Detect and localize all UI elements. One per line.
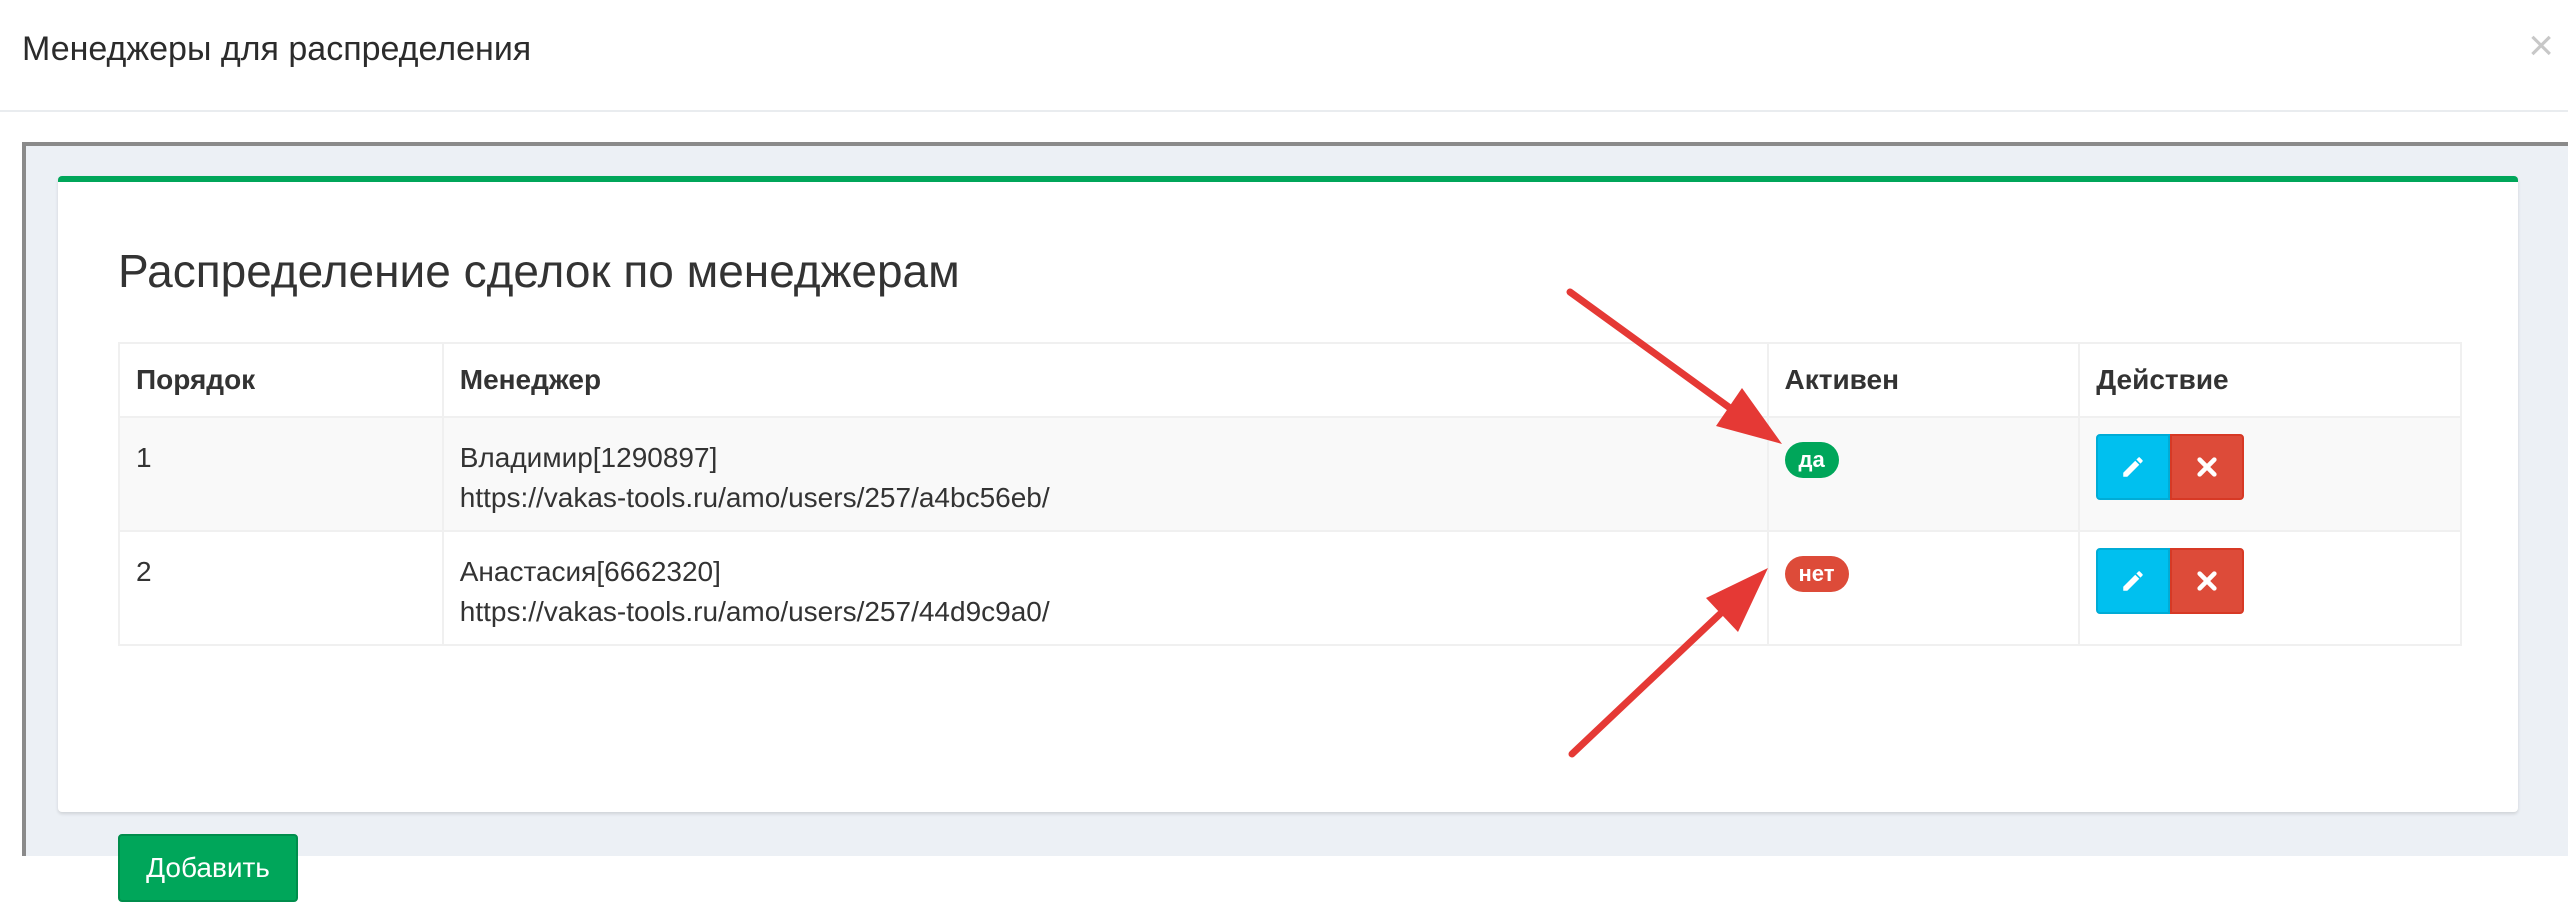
- column-header-manager: Менеджер: [441, 342, 1769, 418]
- order-cell: 2: [118, 530, 444, 646]
- close-icon[interactable]: ×: [2528, 24, 2554, 68]
- column-header-active: Активен: [1766, 342, 2081, 418]
- manager-cell: Анастасия[6662320] https://vakas-tools.r…: [441, 530, 1769, 646]
- delete-button[interactable]: [2170, 548, 2245, 614]
- active-badge: да: [1784, 442, 1839, 478]
- modal-title: Менеджеры для распределения: [22, 30, 532, 68]
- distribution-panel: Распределение сделок по менеджерам Поряд…: [58, 176, 2518, 902]
- manager-url: https://vakas-tools.ru/amo/users/257/a4b…: [459, 482, 1050, 513]
- manager-url: https://vakas-tools.ru/amo/users/257/44d…: [459, 596, 1050, 627]
- content-frame: Распределение сделок по менеджерам Поряд…: [22, 142, 2568, 902]
- active-cell: нет: [1766, 530, 2081, 646]
- manager-name: Анастасия[6662320]: [459, 556, 721, 587]
- action-cell: [2078, 416, 2462, 532]
- action-cell: [2078, 530, 2462, 646]
- order-cell: 1: [118, 416, 444, 532]
- panel-title: Распределение сделок по менеджерам: [118, 245, 960, 297]
- column-header-order: Порядок: [118, 342, 444, 418]
- table-row: 2 Анастасия[6662320] https://vakas-tools…: [118, 530, 2462, 646]
- table-row: 1 Владимир[1290897] https://vakas-tools.…: [118, 416, 2462, 532]
- edit-button[interactable]: [2096, 548, 2171, 614]
- pencil-icon: [2123, 457, 2144, 477]
- managers-table: Порядок Менеджер Активен Действие 1 Влад…: [118, 342, 2462, 646]
- edit-button[interactable]: [2096, 434, 2171, 500]
- column-header-action: Действие: [2078, 342, 2462, 418]
- active-cell: да: [1766, 416, 2081, 532]
- table-header-row: Порядок Менеджер Активен Действие: [118, 342, 2462, 418]
- row-actions: [2096, 434, 2444, 500]
- modal-header: Менеджеры для распределения ×: [0, 0, 2568, 112]
- row-actions: [2096, 548, 2444, 614]
- delete-button[interactable]: [2170, 434, 2245, 500]
- manager-cell: Владимир[1290897] https://vakas-tools.ru…: [441, 416, 1769, 532]
- times-icon: [2197, 457, 2217, 477]
- add-button[interactable]: Добавить: [118, 834, 298, 902]
- times-icon: [2197, 571, 2217, 591]
- inactive-badge: нет: [1784, 556, 1849, 592]
- manager-name: Владимир[1290897]: [459, 442, 718, 473]
- pencil-icon: [2123, 571, 2144, 591]
